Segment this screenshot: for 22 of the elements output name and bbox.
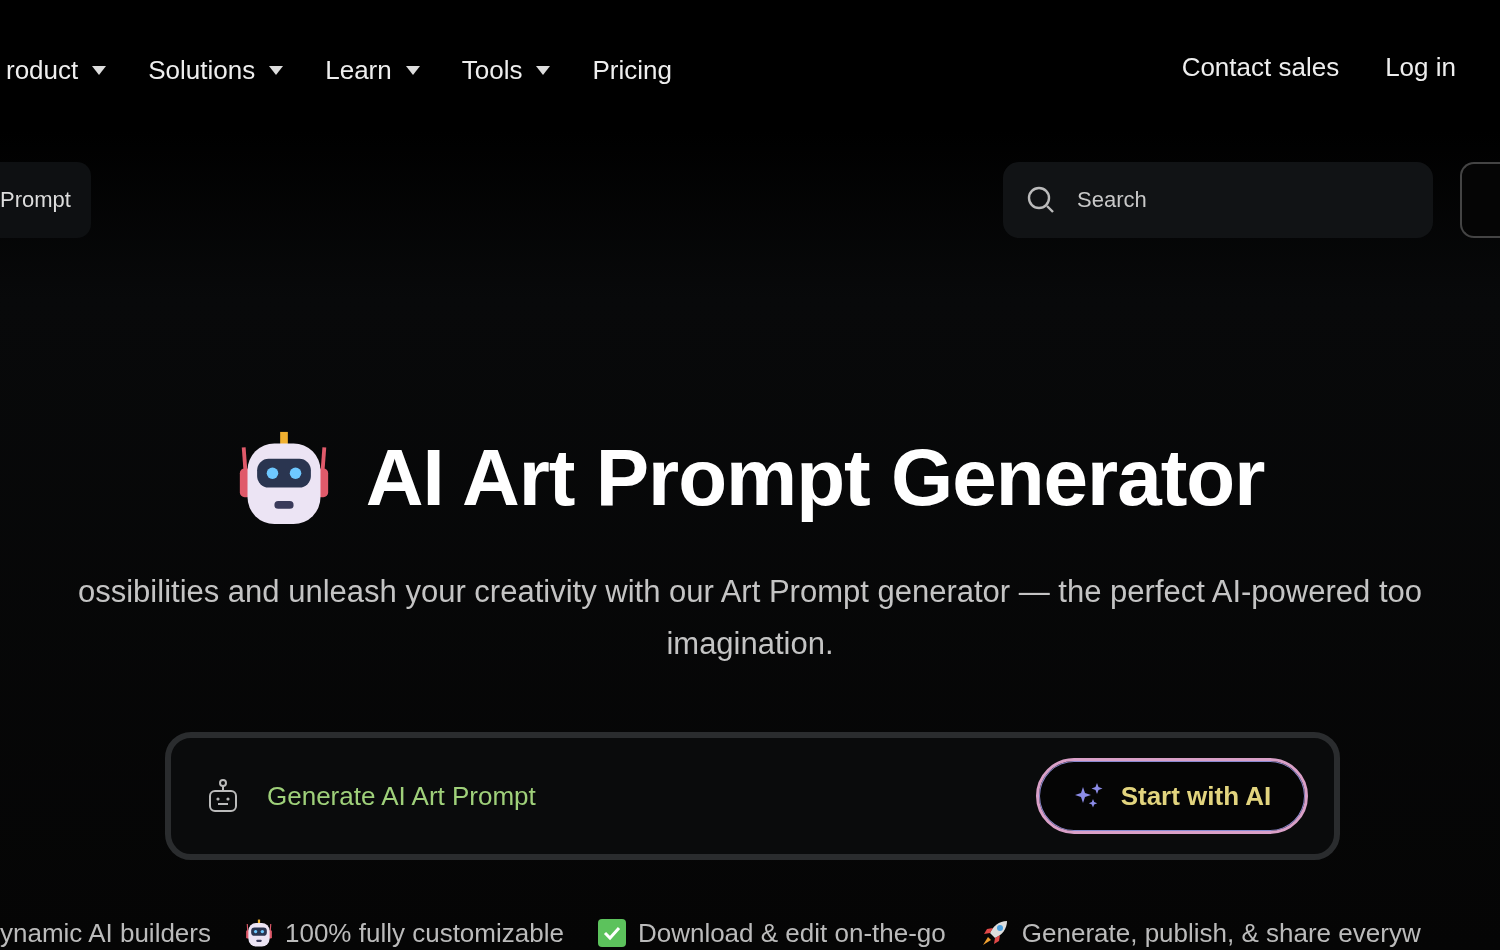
search-field[interactable]: Search [1003, 162, 1433, 238]
feature-text: Generate, publish, & share everyw [1021, 917, 1421, 949]
subtitle: ossibilities and unleash your creativity with our Art Prompt generator — the perfect AI-powered too imagination. [77, 573, 1423, 663]
search-icon [1027, 186, 1055, 214]
feature-text: ynamic AI builders [0, 917, 211, 949]
prompt-input[interactable]: Generate AI Art Prompt [265, 779, 1036, 813]
icon-button[interactable] [1460, 162, 1500, 238]
page-title: AI Art Prompt Generator [365, 432, 1265, 524]
prompt-chip[interactable]: Prompt [0, 162, 91, 238]
nav-link[interactable]: Pricing [592, 54, 672, 86]
nav-link[interactable]: Learn [325, 54, 420, 86]
robot-icon [245, 919, 273, 947]
nav-link[interactable]: Tools [461, 54, 551, 86]
robot-outline-icon [207, 779, 239, 813]
feature-text: Download & edit on-the-go [637, 917, 946, 949]
nav-link[interactable]: Solutions [148, 54, 284, 86]
start-button[interactable]: Start with AI [1036, 758, 1308, 834]
nav-link[interactable]: Log in [1385, 51, 1456, 83]
check-icon [597, 919, 626, 947]
nav-link[interactable]: Contact sales [1181, 51, 1340, 83]
feature-text: 100% fully customizable [285, 917, 564, 949]
nav-link[interactable]: roduct [6, 54, 107, 86]
